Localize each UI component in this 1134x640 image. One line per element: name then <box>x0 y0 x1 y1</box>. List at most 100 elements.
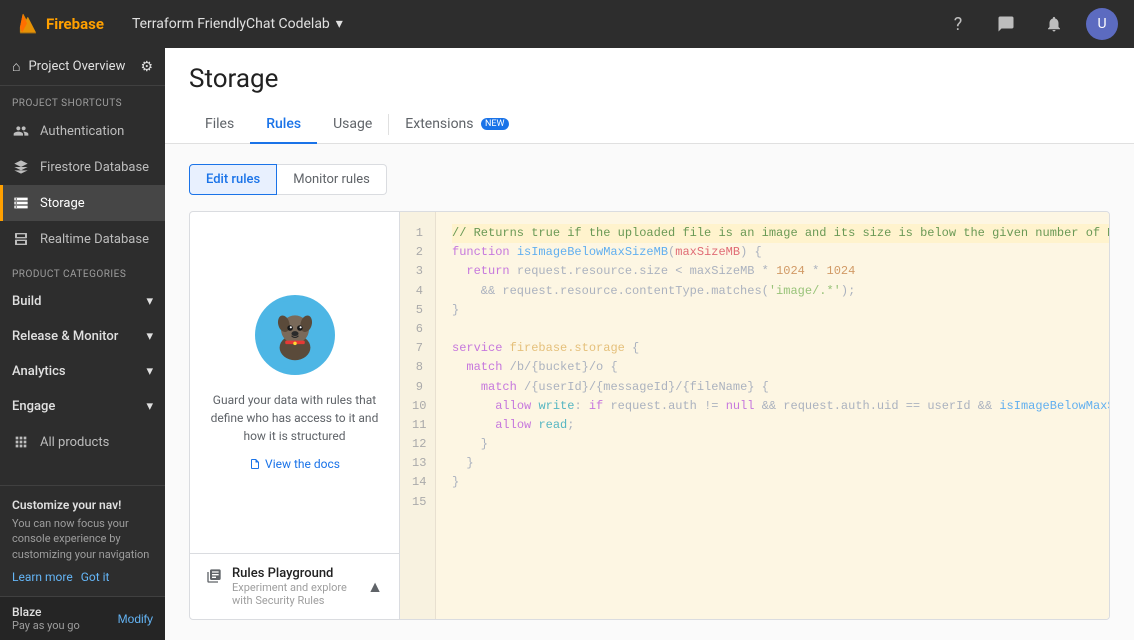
code-line-1: // Returns true if the uploaded file is … <box>452 224 1109 243</box>
analytics-chevron-icon: ▾ <box>146 364 153 379</box>
tab-rules[interactable]: Rules <box>250 106 317 144</box>
rules-sub-tabs: Edit rules Monitor rules <box>189 164 1110 195</box>
blaze-bar: Blaze Pay as you go Modify <box>0 596 165 640</box>
code-line-3: return request.resource.size < maxSizeMB… <box>452 262 1109 281</box>
sidebar-project-overview[interactable]: ⌂ Project Overview ⚙ <box>0 48 165 86</box>
rules-content: Edit rules Monitor rules <box>165 144 1134 640</box>
line-number-13: 13 <box>412 454 423 473</box>
got-it-link[interactable]: Got it <box>81 570 110 584</box>
line-number-14: 14 <box>412 473 423 492</box>
code-line-6 <box>452 320 1109 339</box>
shortcuts-label: Project shortcuts <box>0 86 165 113</box>
view-docs-link[interactable]: View the docs <box>249 457 340 471</box>
storage-icon <box>12 194 30 212</box>
code-content[interactable]: // Returns true if the uploaded file is … <box>436 212 1109 619</box>
build-chevron-icon: ▾ <box>146 294 153 309</box>
sidebar-category-build[interactable]: Build ▾ <box>0 284 165 319</box>
realtime-label: Realtime Database <box>40 232 149 247</box>
panel-description: Guard your data with rules that define w… <box>210 391 379 445</box>
grid-icon <box>12 433 30 451</box>
settings-icon[interactable]: ⚙ <box>140 59 153 75</box>
code-line-5: } <box>452 301 1109 320</box>
monitor-rules-tab[interactable]: Monitor rules <box>277 164 387 195</box>
sidebar-category-analytics[interactable]: Analytics ▾ <box>0 354 165 389</box>
release-label: Release & Monitor <box>12 329 118 344</box>
left-panel-main: Guard your data with rules that define w… <box>190 212 399 553</box>
sidebar-item-storage[interactable]: Storage <box>0 185 165 221</box>
analytics-label: Analytics <box>12 364 66 379</box>
modify-button[interactable]: Modify <box>118 612 153 626</box>
all-products-label: All products <box>40 435 109 450</box>
engage-label: Engage <box>12 399 55 414</box>
edit-rules-tab[interactable]: Edit rules <box>189 164 277 195</box>
sidebar-item-firestore[interactable]: Firestore Database <box>0 149 165 185</box>
code-line-9: match /{userId}/{messageId}/{fileName} { <box>452 378 1109 397</box>
main-content: Storage Files Rules Usage Extensions NEW… <box>165 48 1134 640</box>
customize-links: Learn more Got it <box>12 570 153 584</box>
tab-files[interactable]: Files <box>189 106 250 144</box>
home-icon: ⌂ <box>12 58 20 75</box>
topbar: Firebase Terraform FriendlyChat Codelab … <box>0 0 1134 48</box>
engage-chevron-icon: ▾ <box>146 399 153 414</box>
project-selector[interactable]: Terraform FriendlyChat Codelab ▾ <box>132 16 343 32</box>
view-docs-text: View the docs <box>265 457 340 471</box>
user-avatar[interactable]: U <box>1086 8 1118 40</box>
learn-more-link[interactable]: Learn more <box>12 570 73 584</box>
line-number-5: 5 <box>412 301 423 320</box>
line-number-2: 2 <box>412 243 423 262</box>
line-number-7: 7 <box>412 339 423 358</box>
rules-playground[interactable]: Rules Playground Experiment and explore … <box>190 554 399 619</box>
line-number-15: 15 <box>412 493 423 512</box>
line-number-9: 9 <box>412 378 423 397</box>
build-label: Build <box>12 294 41 309</box>
storage-label: Storage <box>40 196 85 211</box>
rules-editor-area: Guard your data with rules that define w… <box>189 211 1110 620</box>
line-number-11: 11 <box>412 416 423 435</box>
content-header: Storage Files Rules Usage Extensions NEW <box>165 48 1134 144</box>
topbar-left: Firebase Terraform FriendlyChat Codelab … <box>16 12 343 36</box>
firebase-wordmark: Firebase <box>46 15 104 33</box>
rules-playground-left: Rules Playground Experiment and explore … <box>206 566 367 607</box>
code-line-8: match /b/{bucket}/o { <box>452 358 1109 377</box>
dog-avatar <box>255 295 335 375</box>
line-number-6: 6 <box>412 320 423 339</box>
firestore-icon <box>12 158 30 176</box>
code-line-14: } <box>452 473 1109 492</box>
code-line-15 <box>452 493 1109 512</box>
code-line-13: } <box>452 454 1109 473</box>
rules-playground-section: Rules Playground Experiment and explore … <box>190 553 399 619</box>
playground-text: Rules Playground Experiment and explore … <box>232 566 367 607</box>
sidebar-all-products[interactable]: All products <box>0 424 165 460</box>
sidebar-category-engage[interactable]: Engage ▾ <box>0 389 165 424</box>
collapse-icon[interactable]: ▲ <box>367 577 383 597</box>
notification-icon[interactable] <box>1038 8 1070 40</box>
line-number-3: 3 <box>412 262 423 281</box>
chevron-down-icon: ▾ <box>336 16 343 32</box>
line-number-4: 4 <box>412 282 423 301</box>
tab-usage[interactable]: Usage <box>317 106 388 144</box>
code-editor[interactable]: 1 2 3 4 5 6 7 8 9 10 11 12 13 14 <box>400 212 1109 619</box>
product-categories-label: Product categories <box>0 257 165 284</box>
sidebar-category-release[interactable]: Release & Monitor ▾ <box>0 319 165 354</box>
realtime-icon <box>12 230 30 248</box>
chat-icon[interactable] <box>990 8 1022 40</box>
code-line-10: allow write: if request.auth != null && … <box>452 397 1109 416</box>
help-icon[interactable]: ? <box>942 8 974 40</box>
auth-icon <box>12 122 30 140</box>
line-numbers: 1 2 3 4 5 6 7 8 9 10 11 12 13 14 <box>400 212 436 619</box>
customize-title: Customize your nav! <box>12 498 153 512</box>
firestore-label: Firestore Database <box>40 160 149 175</box>
code-line-11: allow read; <box>452 416 1109 435</box>
line-number-12: 12 <box>412 435 423 454</box>
sidebar-item-authentication[interactable]: Authentication <box>0 113 165 149</box>
authentication-label: Authentication <box>40 124 124 139</box>
code-line-12: } <box>452 435 1109 454</box>
firebase-logo: Firebase <box>16 12 104 36</box>
project-name: Terraform FriendlyChat Codelab <box>132 16 330 32</box>
code-line-7: service firebase.storage { <box>452 339 1109 358</box>
main-layout: ⌂ Project Overview ⚙ Project shortcuts A… <box>0 48 1134 640</box>
tab-extensions[interactable]: Extensions NEW <box>389 106 524 144</box>
topbar-right: ? U <box>942 8 1118 40</box>
playground-title: Rules Playground <box>232 566 367 581</box>
sidebar-item-realtime[interactable]: Realtime Database <box>0 221 165 257</box>
